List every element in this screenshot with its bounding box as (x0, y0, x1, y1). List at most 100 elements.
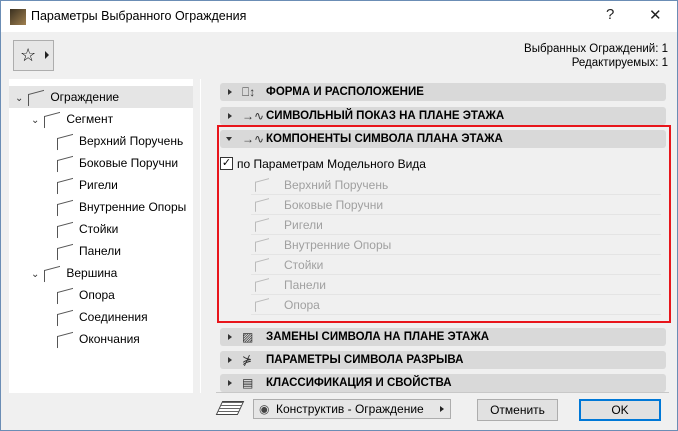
panel-header[interactable]: ⎕↕ ФОРМА И РАСПОЛОЖЕНИЕ (220, 83, 666, 101)
model-view-checkbox[interactable]: ✓ (220, 157, 233, 170)
railing-icon (57, 331, 73, 348)
component-label: Внутренние Опоры (284, 238, 392, 252)
railing-icon (57, 133, 73, 150)
settings-tree: ⌄ Ограждение ⌄ Сегмент Верхний Поручень Бок… (9, 79, 193, 393)
cancel-button[interactable]: Отменить (477, 399, 558, 421)
component-label: Панели (284, 278, 326, 292)
tree-item[interactable]: ⌄ Ограждение (9, 86, 193, 108)
tree-item[interactable]: ⌄ Сегмент (9, 108, 113, 130)
tree-item-label: Стойки (79, 222, 119, 236)
chevron-down-icon[interactable]: ⌄ (15, 88, 25, 110)
railing-icon (57, 243, 73, 260)
component-icon (255, 198, 269, 212)
tree-item[interactable]: Верхний Поручень (9, 130, 183, 152)
component-label: Стойки (284, 258, 324, 272)
window-title: Параметры Выбранного Ограждения (31, 9, 247, 23)
panel-header[interactable]: ⋡ ПАРАМЕТРЫ СИМВОЛА РАЗРЫВА (220, 351, 666, 369)
component-item: Ригели (251, 215, 661, 235)
chevron-down-icon[interactable]: ⌄ (31, 264, 41, 286)
panel-title: ПАРАМЕТРЫ СИМВОЛА РАЗРЫВА (266, 354, 464, 366)
tree-item[interactable]: ⌄ Вершина (9, 262, 117, 284)
component-icon (255, 278, 269, 292)
star-icon: ☆ (20, 45, 37, 65)
divider (216, 392, 669, 393)
railing-icon (28, 89, 45, 106)
triangle-right-icon (228, 334, 232, 340)
app-icon (10, 9, 26, 25)
tree-item[interactable]: Внутренние Опоры (9, 196, 186, 218)
component-icon (255, 218, 269, 232)
tree-item-label: Ригели (79, 178, 118, 192)
component-icon (255, 258, 269, 272)
panel-title: ФОРМА И РАСПОЛОЖЕНИЕ (266, 86, 424, 98)
model-view-checkbox-label[interactable]: по Параметрам Модельного Вида (237, 157, 426, 171)
tree-item-label: Верхний Поручень (79, 134, 184, 148)
tree-item-label: Внутренние Опоры (79, 200, 187, 214)
railing-icon (57, 221, 73, 238)
component-label: Опора (284, 298, 320, 312)
railing-icon (57, 177, 73, 194)
eye-icon: ◉ (259, 402, 270, 416)
component-icon (255, 238, 269, 252)
panel-title: ЗАМЕНЫ СИМВОЛА НА ПЛАНЕ ЭТАЖА (266, 331, 490, 343)
component-icon (255, 178, 269, 192)
railing-icon (44, 111, 61, 128)
view-dropdown[interactable]: ◉ Конструктив - Ограждение (253, 399, 451, 419)
close-button[interactable]: ✕ (649, 6, 662, 24)
panel-icon: ▤ (242, 376, 254, 390)
railing-icon (57, 155, 73, 172)
component-item: Опора (251, 295, 661, 315)
dialog-window: Параметры Выбранного Ограждения ? ✕ ☆ Вы… (0, 0, 678, 431)
editable-count: Редактируемых: 1 (571, 57, 668, 69)
railing-icon (57, 309, 73, 326)
tree-item[interactable]: Ригели (9, 174, 118, 196)
component-label: Боковые Поручни (284, 198, 384, 212)
chevron-down-icon[interactable]: ⌄ (31, 110, 41, 132)
selection-info: Выбранных Ограждений: 1 Редактируемых: 1 (524, 42, 668, 70)
panel-icon: ⋡ (242, 353, 253, 367)
arrow-right-icon (440, 406, 444, 412)
tree-item[interactable]: Боковые Поручни (9, 152, 178, 174)
help-button[interactable]: ? (606, 6, 614, 23)
component-label: Верхний Поручень (284, 178, 389, 192)
triangle-right-icon (228, 357, 232, 363)
tree-item[interactable]: Окончания (9, 328, 140, 350)
view-dropdown-label: Конструктив - Ограждение (276, 402, 424, 416)
component-item: Боковые Поручни (251, 195, 661, 215)
component-item: Внутренние Опоры (251, 235, 661, 255)
panel-title: СИМВОЛЬНЫЙ ПОКАЗ НА ПЛАНЕ ЭТАЖА (266, 110, 505, 122)
tree-item-label: Соединения (79, 310, 148, 324)
triangle-right-icon (228, 113, 232, 119)
divider (200, 79, 201, 393)
panel-header[interactable]: ▨ ЗАМЕНЫ СИМВОЛА НА ПЛАНЕ ЭТАЖА (220, 328, 666, 346)
tree-item[interactable]: Панели (9, 240, 121, 262)
favorites-button[interactable]: ☆ (13, 40, 54, 71)
component-item: Верхний Поручень (251, 175, 661, 195)
tree-item-label: Панели (79, 244, 121, 258)
tree-item[interactable]: Соединения (9, 306, 148, 328)
railing-icon (44, 265, 61, 282)
tree-item-label: Боковые Поручни (79, 156, 179, 170)
panel-header[interactable]: ▤ КЛАССИФИКАЦИЯ И СВОЙСТВА (220, 374, 666, 392)
panel-header[interactable]: →∿ СИМВОЛЬНЫЙ ПОКАЗ НА ПЛАНЕ ЭТАЖА (220, 107, 666, 125)
component-icon (255, 298, 269, 312)
tree-item-label: Вершина (66, 266, 118, 280)
tree-item-label: Опора (79, 288, 115, 302)
triangle-right-icon (228, 380, 232, 386)
ok-button[interactable]: OK (579, 399, 661, 421)
arrow-right-icon (45, 51, 49, 59)
tree-item[interactable]: Опора (9, 284, 115, 306)
tree-item-label: Ограждение (50, 90, 120, 104)
railing-icon (57, 287, 73, 304)
tree-item-label: Окончания (79, 332, 140, 346)
component-item: Панели (251, 275, 661, 295)
panel-icon: ▨ (242, 330, 254, 344)
triangle-right-icon (228, 89, 232, 95)
selected-count: Выбранных Ограждений: 1 (524, 43, 668, 55)
component-item: Стойки (251, 255, 661, 275)
tree-item-label: Сегмент (66, 112, 114, 126)
layers-icon[interactable] (215, 401, 245, 415)
title-bar: Параметры Выбранного Ограждения ? ✕ (1, 1, 677, 32)
tree-item[interactable]: Стойки (9, 218, 118, 240)
railing-icon (57, 199, 73, 216)
